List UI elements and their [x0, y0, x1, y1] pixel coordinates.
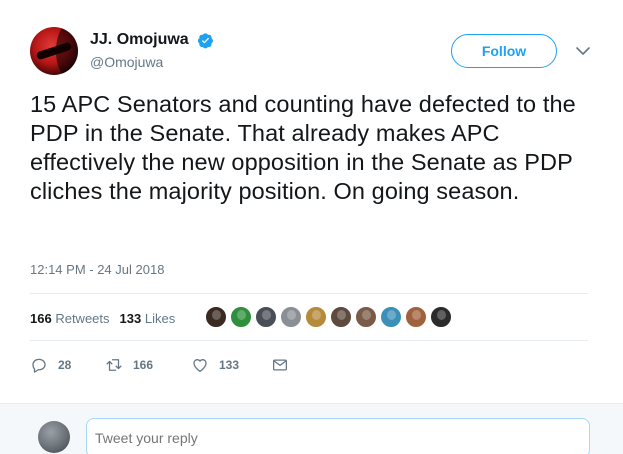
- liker-avatar[interactable]: [305, 306, 327, 328]
- reply-count: 28: [58, 358, 72, 372]
- retweets-label: Retweets: [55, 310, 110, 326]
- liker-avatar[interactable]: [330, 306, 352, 328]
- divider: [30, 293, 588, 294]
- envelope-icon: [272, 359, 288, 371]
- divider: [30, 340, 588, 341]
- liker-avatar[interactable]: [355, 306, 377, 328]
- user-handle[interactable]: @Omojuwa: [90, 54, 214, 70]
- current-user-avatar[interactable]: [38, 421, 70, 453]
- likes-label: Likes: [144, 310, 176, 326]
- reply-composer: [0, 403, 623, 454]
- liker-avatar[interactable]: [380, 306, 402, 328]
- tweet-stats: 166 Retweets 133 Likes: [30, 306, 185, 330]
- direct-message-action[interactable]: [271, 356, 289, 374]
- reply-action[interactable]: 28: [30, 356, 105, 374]
- liker-avatar[interactable]: [280, 306, 302, 328]
- tweet-text: 15 APC Senators and counting have defect…: [30, 91, 576, 204]
- likes-count: 133: [119, 310, 142, 326]
- verified-badge-icon: [198, 32, 214, 48]
- retweet-count: 166: [133, 358, 154, 372]
- liker-avatar[interactable]: [205, 306, 227, 328]
- retweets-count: 166: [30, 310, 52, 326]
- reply-icon: [32, 358, 46, 373]
- chevron-down-icon[interactable]: [573, 41, 593, 61]
- follow-button[interactable]: Follow: [451, 34, 557, 68]
- like-action[interactable]: 133: [191, 356, 271, 374]
- display-name[interactable]: JJ. Omojuwa: [90, 31, 189, 49]
- liker-avatar[interactable]: [230, 306, 252, 328]
- retweet-action[interactable]: 166: [105, 356, 191, 374]
- tweet-timestamp[interactable]: 12:14 PM - 24 Jul 2018: [30, 262, 164, 277]
- reply-input[interactable]: [86, 418, 590, 454]
- liker-avatar[interactable]: [430, 306, 452, 328]
- like-count: 133: [219, 358, 240, 372]
- tweet-actions: 28 166 133: [30, 355, 289, 375]
- liker-avatar[interactable]: [405, 306, 427, 328]
- author-avatar[interactable]: [30, 27, 78, 75]
- heart-icon: [193, 359, 207, 373]
- tweet-header: JJ. Omojuwa @Omojuwa Follow: [30, 27, 600, 77]
- liker-avatars: [205, 306, 455, 330]
- retweet-icon: [106, 359, 122, 371]
- author-name-block[interactable]: JJ. Omojuwa @Omojuwa: [90, 31, 214, 70]
- likes-stat[interactable]: 133 Likes: [120, 311, 176, 326]
- retweets-stat[interactable]: 166 Retweets: [30, 311, 110, 326]
- liker-avatar[interactable]: [255, 306, 277, 328]
